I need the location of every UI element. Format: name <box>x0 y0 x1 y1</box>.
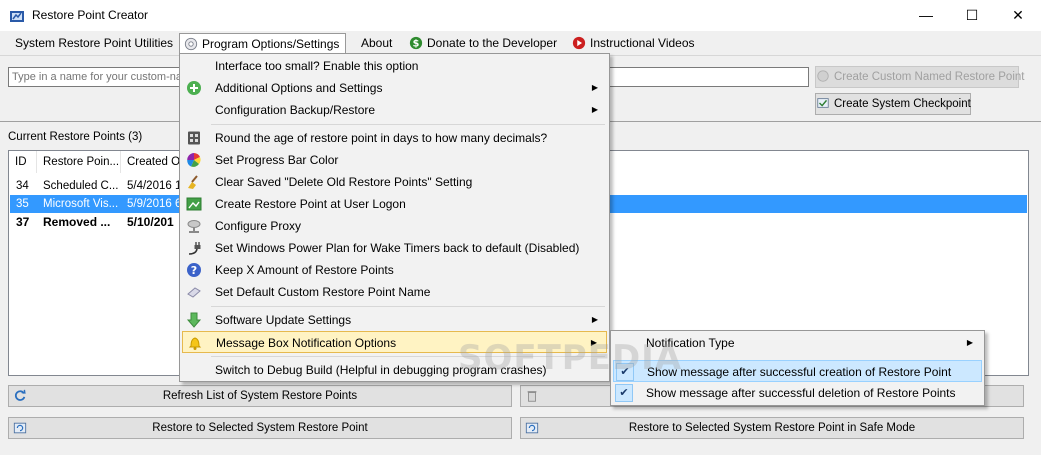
menu-separator <box>211 124 605 125</box>
plus-icon <box>187 81 201 95</box>
app-icon <box>10 11 24 22</box>
menu-label: Instructional Videos <box>590 36 695 50</box>
menu-item-progress-bar-color[interactable]: Set Progress Bar Color <box>182 149 607 171</box>
restore-icon <box>13 422 27 434</box>
cell-name: Scheduled C... <box>43 180 119 192</box>
menu-item-clear-delete-old-setting[interactable]: Clear Saved "Delete Old Restore Points" … <box>182 171 607 193</box>
program-options-dropdown: Interface too small? Enable this option … <box>179 53 610 382</box>
submenu-arrow-icon: ▶ <box>591 105 598 114</box>
color-wheel-icon <box>187 153 201 167</box>
menu-instructional-videos[interactable]: Instructional Videos <box>566 33 701 53</box>
submenu-arrow-icon: ▶ <box>591 315 598 324</box>
settings-gear-icon <box>184 37 198 51</box>
menu-label: About <box>361 36 393 50</box>
refresh-restore-points-button[interactable]: Refresh List of System Restore Points <box>8 385 512 407</box>
create-system-checkpoint-button[interactable]: Create System Checkpoint <box>815 93 971 115</box>
column-header-restore-point-name[interactable]: Restore Poin... <box>37 151 121 173</box>
menu-item-interface-too-small[interactable]: Interface too small? Enable this option <box>182 55 607 77</box>
menu-separator <box>211 306 605 307</box>
menu-item-create-at-logon[interactable]: Create Restore Point at User Logon <box>182 193 607 215</box>
submenu-item-show-message-deletion[interactable]: ✔ Show message after successful deletion… <box>613 382 982 404</box>
calculator-icon <box>188 131 200 145</box>
menu-system-restore-point-utilities[interactable]: System Restore Point Utilities <box>9 33 179 53</box>
menu-program-options-settings[interactable]: Program Options/Settings <box>179 33 347 53</box>
button-label: Create Custom Named Restore Point <box>834 71 1025 83</box>
proxy-server-icon <box>187 220 201 233</box>
minimize-button[interactable]: — <box>903 0 949 31</box>
play-icon <box>572 36 586 50</box>
menu-item-configuration-backup[interactable]: Configuration Backup/Restore ▶ <box>182 99 607 121</box>
menu-label: Donate to the Developer <box>427 36 558 50</box>
maximize-button[interactable]: ☐ <box>949 0 995 31</box>
checkpoint-icon <box>817 98 829 108</box>
restore-safe-mode-icon <box>525 422 539 434</box>
create-custom-named-restore-point-button[interactable]: Create Custom Named Restore Point <box>815 66 1024 88</box>
help-icon: ? <box>187 263 201 277</box>
menu-donate[interactable]: $ Donate to the Developer <box>403 33 563 53</box>
menu-item-software-update-settings[interactable]: Software Update Settings ▶ <box>182 309 607 331</box>
menu-item-power-plan[interactable]: Set Windows Power Plan for Wake Timers b… <box>182 237 607 259</box>
watermark: SOFTPEDIA <box>458 338 683 378</box>
broom-icon <box>188 175 198 189</box>
menu-bar: System Restore Point Utilities Program O… <box>0 31 1041 55</box>
window-title: Restore Point Creator <box>32 8 149 22</box>
menu-item-keep-x-amount[interactable]: ? Keep X Amount of Restore Points <box>182 259 607 281</box>
cell-id: 34 <box>16 180 29 192</box>
svg-text:?: ? <box>191 264 197 277</box>
eraser-icon <box>187 287 201 298</box>
cell-name: Removed ... <box>43 215 111 229</box>
restore-safe-mode-button[interactable]: Restore to Selected System Restore Point… <box>520 417 1024 439</box>
logon-image-icon <box>186 197 202 211</box>
close-button[interactable]: ✕ <box>995 0 1041 31</box>
button-label: Refresh List of System Restore Points <box>162 390 358 402</box>
restore-points-count-label: Current Restore Points (3) <box>8 131 143 143</box>
column-header-id[interactable]: ID <box>9 151 37 173</box>
menu-item-round-age-decimals[interactable]: Round the age of restore point in days t… <box>182 127 607 149</box>
power-plug-icon <box>188 242 201 255</box>
menu-item-configure-proxy[interactable]: Configure Proxy <box>182 215 607 237</box>
cell-id: 37 <box>16 215 30 229</box>
cell-name: Microsoft Vis... <box>43 198 119 210</box>
menu-item-default-name[interactable]: Set Default Custom Restore Point Name <box>182 281 607 303</box>
dollar-icon: $ <box>409 36 423 50</box>
cell-id: 35 <box>16 198 29 210</box>
create-point-icon <box>817 70 829 82</box>
submenu-arrow-icon: ▶ <box>966 338 973 347</box>
menu-item-additional-options[interactable]: Additional Options and Settings ▶ <box>182 77 607 99</box>
button-label: Restore to Selected System Restore Point <box>152 422 368 434</box>
checkmark-icon: ✔ <box>615 384 633 402</box>
title-bar: Restore Point Creator — ☐ ✕ <box>0 0 1041 31</box>
button-label: Create System Checkpoint <box>834 98 971 110</box>
download-arrow-icon <box>186 312 202 328</box>
trash-icon <box>527 391 537 402</box>
submenu-arrow-icon: ▶ <box>591 83 598 92</box>
button-label: Restore to Selected System Restore Point… <box>628 422 916 434</box>
menu-label: System Restore Point Utilities <box>15 36 174 50</box>
svg-text:$: $ <box>413 39 420 50</box>
menu-label: Program Options/Settings <box>202 37 340 51</box>
refresh-icon <box>14 389 26 401</box>
restore-selected-button[interactable]: Restore to Selected System Restore Point <box>8 417 512 439</box>
menu-about[interactable]: About <box>355 33 398 53</box>
bell-icon <box>188 337 202 350</box>
